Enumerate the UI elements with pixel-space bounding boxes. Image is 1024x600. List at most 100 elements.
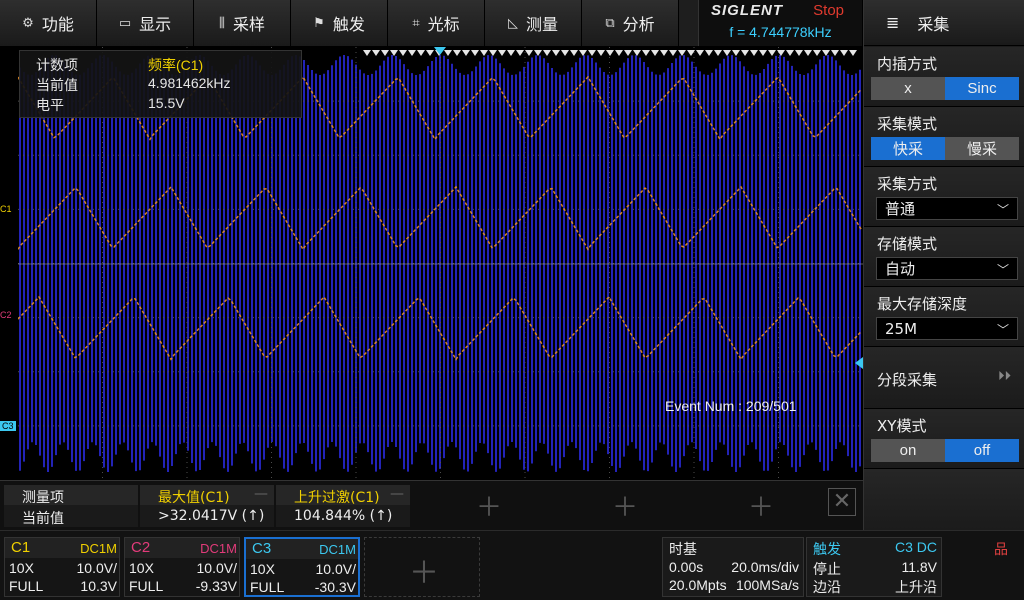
- acq-mode-section: 采集模式 快采 慢采: [864, 107, 1024, 167]
- menu-item-5[interactable]: ◺ 测量: [485, 0, 582, 46]
- trigger-info[interactable]: 触发 C3 DC 停止 11.8V 边沿 上升沿: [806, 537, 942, 597]
- interp-option-sinc[interactable]: Sinc: [945, 77, 1019, 100]
- channel-3-probe: 10X: [250, 561, 275, 577]
- counter-current-label: 当前值: [36, 77, 78, 93]
- menu-item-2[interactable]: ⫼ 采样: [194, 0, 291, 46]
- channel-2-info[interactable]: C2 DC1M 10X 10.0V/ FULL -9.33V: [124, 537, 240, 597]
- acq-method-section: 采集方式 普通 ﹀: [864, 167, 1024, 227]
- c3-level-marker[interactable]: C3: [0, 421, 16, 431]
- channel-1-info[interactable]: C1 DC1M 10X 10.0V/ FULL 10.3V: [4, 537, 120, 597]
- segment-marker: [678, 50, 686, 56]
- measure-1-value: >32.0417V (↑): [158, 508, 265, 524]
- counter-item-value: 频率(C1): [148, 57, 204, 73]
- menu-item-3[interactable]: ⚑ 触发: [291, 0, 388, 46]
- mem-mode-dropdown[interactable]: 自动 ﹀: [876, 257, 1018, 280]
- xy-label: XY模式: [877, 417, 927, 435]
- xy-option-on[interactable]: on: [871, 439, 945, 462]
- timebase-label: 时基: [669, 541, 697, 557]
- channel-3-scale: 10.0V/: [315, 561, 356, 577]
- menu-item-1[interactable]: ▭ 显示: [97, 0, 194, 46]
- segment-marker: [489, 50, 497, 56]
- add-channel-slot[interactable]: ＋: [364, 537, 480, 597]
- xy-option-off[interactable]: off: [945, 439, 1019, 462]
- segment-marker: [813, 50, 821, 56]
- acquire-menu-panel: ≣ 采集 内插方式 x Sinc 采集模式 快采 慢采 采集方式 普通 ﹀ 存储…: [863, 0, 1024, 530]
- segment-marker: [426, 50, 434, 56]
- segment-marker: [561, 50, 569, 56]
- acq-mode-slow[interactable]: 慢采: [945, 137, 1019, 160]
- c1-level-marker[interactable]: C1: [0, 204, 12, 214]
- timebase-info[interactable]: 时基 0.00s 20.0ms/div 20.0Mpts 100MSa/s: [662, 537, 804, 597]
- menu-item-6[interactable]: ⧉ 分析: [582, 0, 679, 46]
- c2-level-marker[interactable]: C2: [0, 310, 12, 320]
- menu-label: 显示: [139, 15, 172, 34]
- segment-marker: [507, 50, 515, 56]
- add-measure-icon[interactable]: ＋: [748, 487, 774, 524]
- trigger-source: C3 DC: [894, 539, 937, 555]
- segmented-section[interactable]: 分段采集 ⏵⏵: [864, 347, 1024, 409]
- add-measure-icon[interactable]: ＋: [476, 487, 502, 524]
- segment-marker: [480, 50, 488, 56]
- segment-marker: [768, 50, 776, 56]
- empty-softkey[interactable]: [864, 469, 1024, 530]
- menu-label: 功能: [41, 15, 74, 34]
- channel-2-scale: 10.0V/: [196, 560, 237, 576]
- segment-marker: [696, 50, 704, 56]
- segment-marker: [543, 50, 551, 56]
- acq-mode-fast[interactable]: 快采: [871, 137, 945, 160]
- segment-marker: [660, 50, 668, 56]
- segment-marker: [579, 50, 587, 56]
- interp-toggle[interactable]: x Sinc: [871, 77, 1019, 100]
- acquire-menu-title[interactable]: ≣ 采集: [864, 0, 1024, 46]
- segment-marker: [714, 50, 722, 56]
- segment-marker: [372, 50, 380, 56]
- channel-3-info[interactable]: C3 DC1M 10X 10.0V/ FULL -30.3V: [244, 537, 360, 597]
- mem-depth-dropdown[interactable]: 25M ﹀: [876, 317, 1018, 340]
- counter-level-value: 15.5V: [148, 95, 185, 111]
- trigger-level: 11.8V: [901, 559, 937, 575]
- add-measure-icon[interactable]: ＋: [612, 487, 638, 524]
- acq-mode-toggle[interactable]: 快采 慢采: [871, 137, 1019, 160]
- channel-3-bandwidth: FULL: [250, 579, 285, 595]
- acq-method-label: 采集方式: [877, 175, 938, 193]
- segment-marker: [642, 50, 650, 56]
- menu-label: 光标: [427, 15, 460, 34]
- measure-item-1[interactable]: 最大值(C1) — >32.0417V (↑): [140, 485, 274, 527]
- monitor-icon: ▭: [118, 15, 132, 31]
- timebase-points: 20.0Mpts: [669, 577, 727, 593]
- channel-3-coupling: DC1M: [319, 542, 356, 557]
- remove-icon[interactable]: —: [390, 486, 404, 502]
- segment-marker: [588, 50, 596, 56]
- close-icon[interactable]: ✕: [828, 488, 856, 516]
- mem-mode-value: 自动: [885, 260, 916, 278]
- run-state-stop[interactable]: Stop: [813, 2, 844, 19]
- interp-option-x[interactable]: x: [871, 77, 945, 100]
- analysis-icon: ⧉: [605, 15, 615, 31]
- channel-1-bandwidth: FULL: [9, 578, 44, 594]
- acq-method-value: 普通: [885, 200, 916, 218]
- gear-icon: ⚙: [22, 15, 34, 31]
- trigger-state: 停止: [813, 561, 841, 577]
- chevron-down-icon: ﹀: [996, 323, 1009, 337]
- measure-label-cell: 测量项 当前值: [4, 485, 138, 527]
- segment-marker: [381, 50, 389, 56]
- segment-marker: [615, 50, 623, 56]
- menu-item-4[interactable]: ⌗ 光标: [388, 0, 485, 46]
- segment-marker: [840, 50, 848, 56]
- segment-marker: [399, 50, 407, 56]
- remove-icon[interactable]: —: [254, 486, 268, 502]
- interp-label: 内插方式: [877, 55, 938, 73]
- measure-current-label: 当前值: [22, 511, 64, 527]
- segment-marker: [552, 50, 560, 56]
- segment-marker: [831, 50, 839, 56]
- network-icon[interactable]: 品: [994, 539, 1008, 559]
- menu-item-0[interactable]: ⚙ 功能: [0, 0, 97, 46]
- sampling-icon: ⫼: [219, 15, 225, 31]
- flag-icon: ⚑: [313, 15, 325, 31]
- channel-2-bandwidth: FULL: [129, 578, 164, 594]
- xy-toggle[interactable]: on off: [871, 439, 1019, 462]
- channel-2-coupling: DC1M: [200, 541, 237, 556]
- acq-method-dropdown[interactable]: 普通 ﹀: [876, 197, 1018, 220]
- segment-marker: [534, 50, 542, 56]
- measure-item-2[interactable]: 上升过激(C1) — 104.844% (↑): [276, 485, 410, 527]
